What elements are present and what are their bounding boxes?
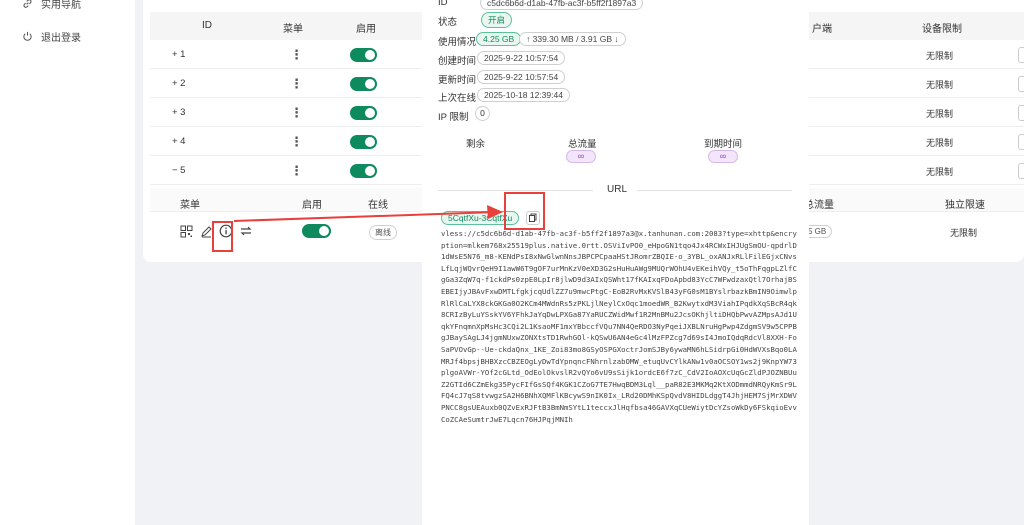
annotation-arrow xyxy=(233,205,503,222)
